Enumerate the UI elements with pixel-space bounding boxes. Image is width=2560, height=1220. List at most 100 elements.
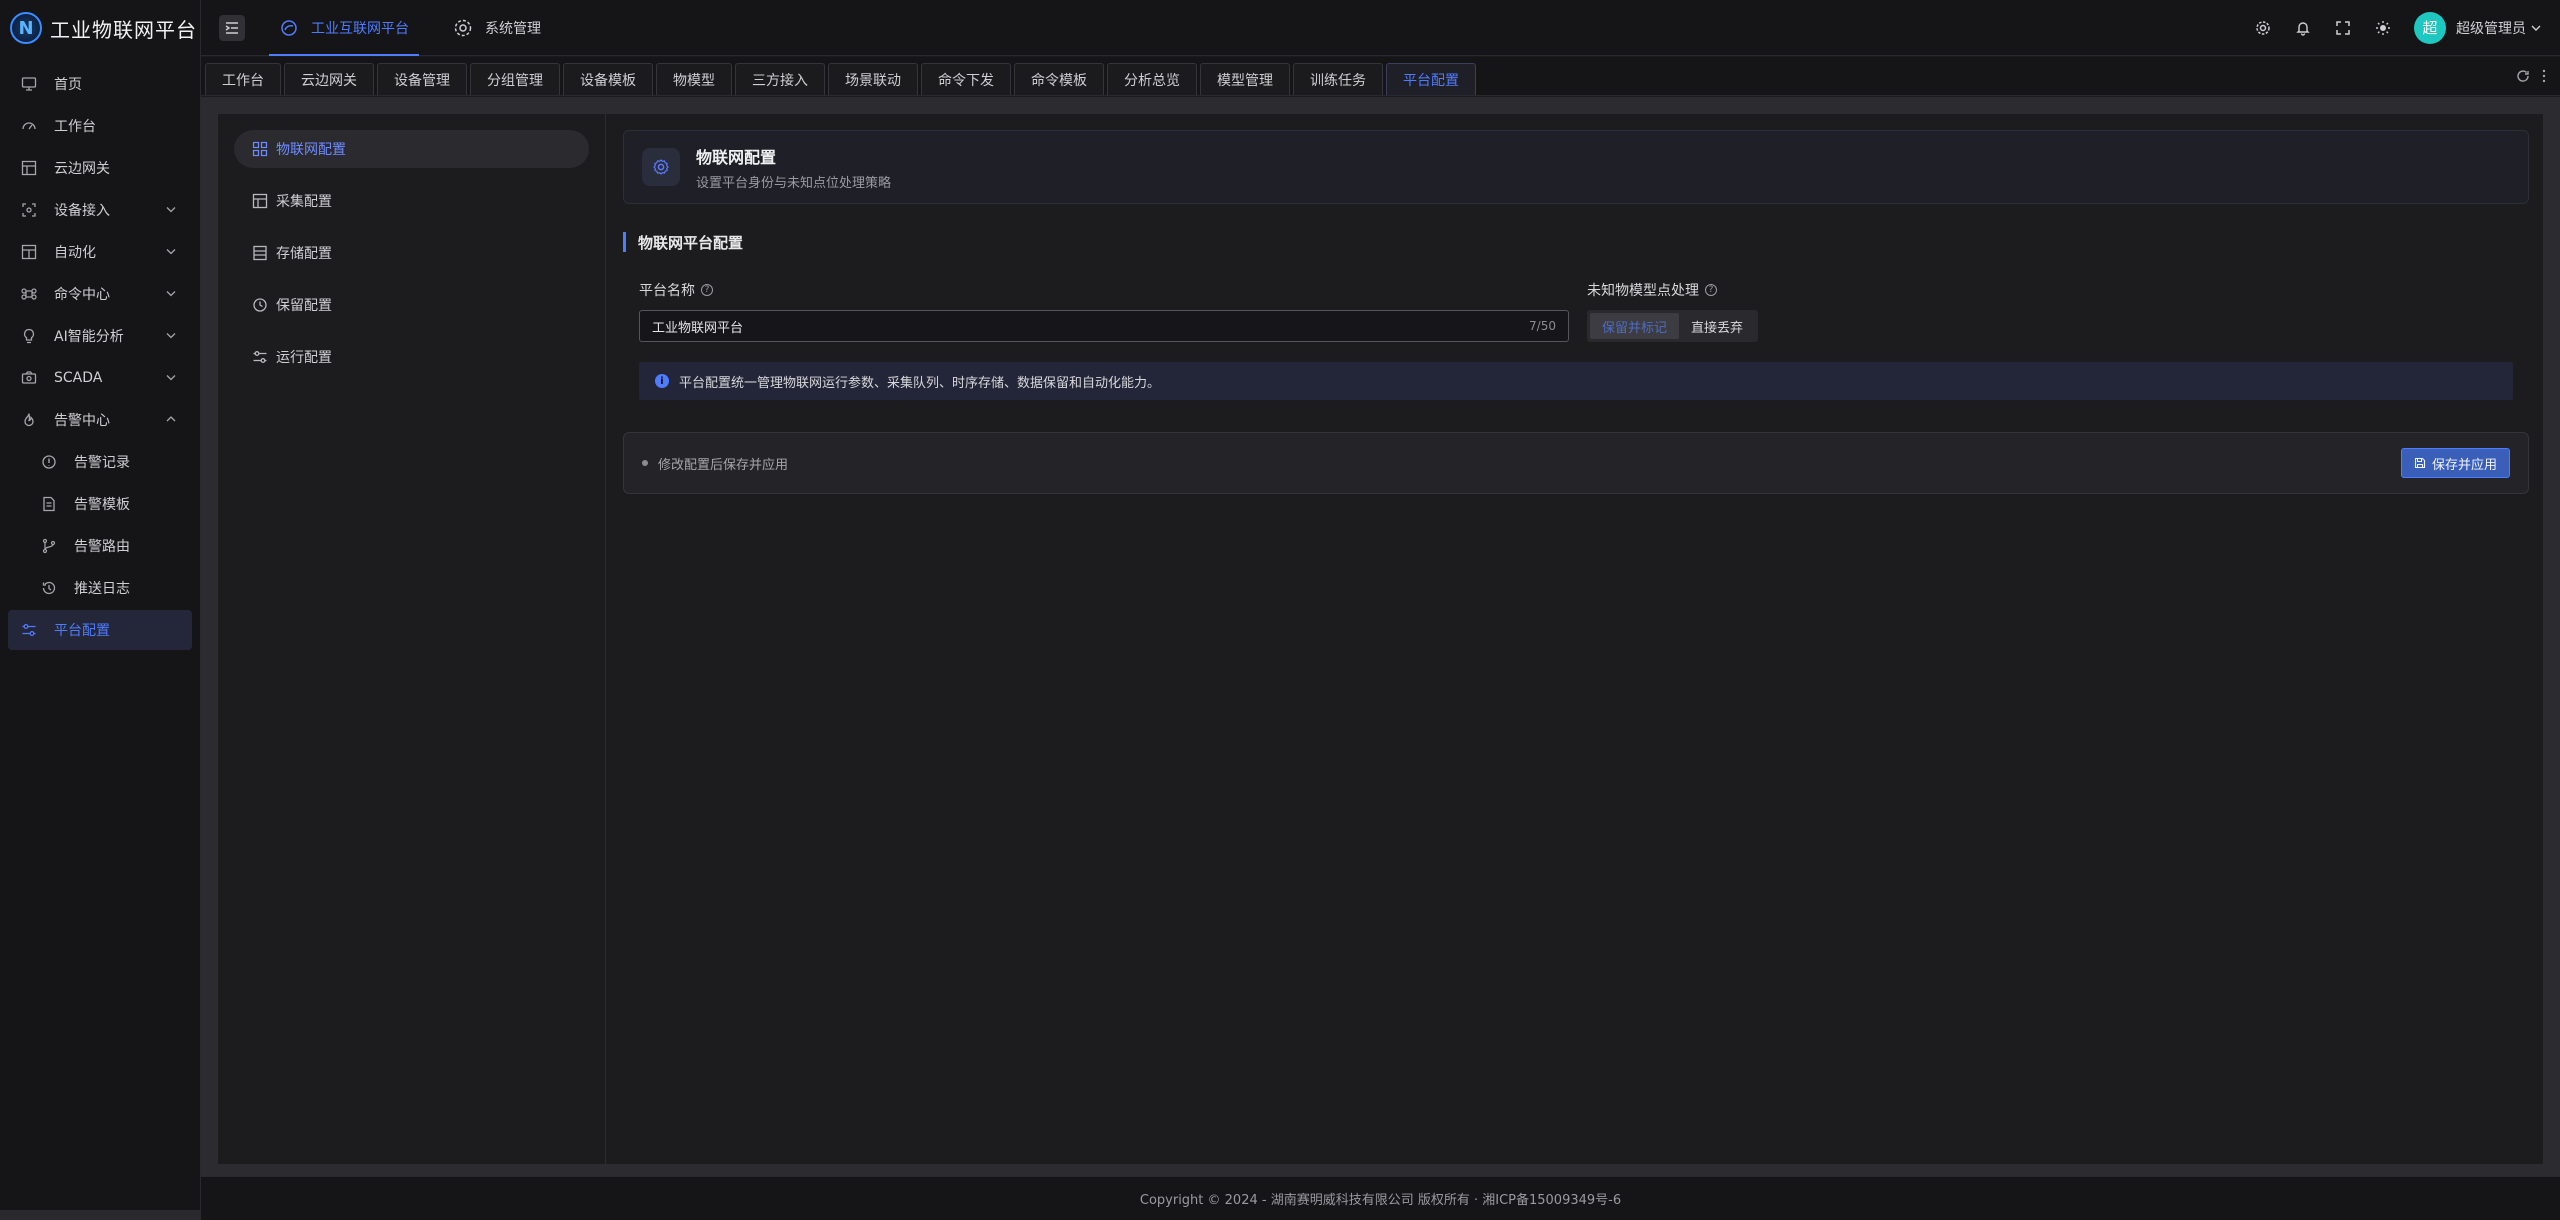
sidebar-item[interactable]: SCADA [8, 358, 192, 398]
info-text: 平台配置统一管理物联网运行参数、采集队列、时序存储、数据保留和自动化能力。 [679, 375, 1161, 391]
footer: Copyright © 2024 - 湖南赛明威科技有限公司 版权所有 · 湘I… [201, 1176, 2560, 1220]
tag-view-item[interactable]: 训练任务 [1293, 63, 1383, 95]
sidebar-item-label: 告警路由 [74, 539, 130, 555]
sidebar-item-label: SCADA [54, 370, 103, 386]
sidebar-item-label: 平台配置 [54, 623, 110, 639]
save-and-apply-button[interactable]: 保存并应用 [2400, 448, 2510, 478]
config-nav-item[interactable]: 保留配置 [234, 286, 589, 324]
save-icon [2414, 457, 2426, 469]
tag-view-item[interactable]: 模型管理 [1200, 63, 1290, 95]
logo[interactable]: N 工业物联网平台 [0, 0, 200, 56]
sidebar-item-label: 命令中心 [54, 287, 110, 303]
unknown-point-field: 未知物模型点处理 ? 保留并标记 直接丢弃 [1587, 280, 1759, 342]
config-nav-item[interactable]: 存储配置 [234, 234, 589, 272]
sidebar-item[interactable]: 告警模板 [8, 484, 192, 524]
chevron-down-icon [164, 328, 178, 342]
tag-view-item[interactable]: 设备模板 [563, 63, 653, 95]
more-vertical-icon[interactable] [2542, 69, 2546, 83]
copyright-text: Copyright © 2024 - 湖南赛明威科技有限公司 版权所有 · 湘I… [1139, 1193, 1622, 1208]
chevron-down-icon [164, 370, 178, 384]
sidebar-item[interactable]: 告警记录 [8, 442, 192, 482]
grid-icon [252, 141, 268, 157]
status-dot [642, 460, 648, 466]
question-icon[interactable]: ? [701, 284, 713, 296]
tag-view-item[interactable]: 分析总览 [1107, 63, 1197, 95]
config-nav-label: 物联网配置 [276, 142, 346, 158]
sidebar-item[interactable]: 命令中心 [8, 274, 192, 314]
sidebar-item-label: 推送日志 [74, 581, 130, 597]
sidebar-item-label: 设备接入 [54, 203, 110, 219]
top-tab-iiot-platform[interactable]: 工业互联网平台 [269, 0, 419, 56]
config-nav-item[interactable]: 物联网配置 [234, 130, 589, 168]
platform-name-input[interactable] [652, 318, 1530, 334]
unknown-point-label-text: 未知物模型点处理 [1587, 283, 1699, 299]
save-button-label: 保存并应用 [2431, 457, 2497, 473]
sidebar-item[interactable]: 告警路由 [8, 526, 192, 566]
sidebar-item-label: 工作台 [54, 119, 96, 135]
sidebar-item[interactable]: 告警中心 [8, 400, 192, 440]
avatar[interactable]: 超 [2414, 11, 2446, 44]
unknown-point-label: 未知物模型点处理 ? [1587, 280, 1758, 300]
config-nav-label: 存储配置 [276, 246, 332, 262]
user-name: 超级管理员 [2456, 20, 2526, 37]
sidebar-item[interactable]: AI智能分析 [8, 316, 192, 356]
save-hint: 修改配置后保存并应用 [658, 457, 789, 473]
topbar: 工业互联网平台 系统管理 超 超级管理员 [201, 0, 2560, 56]
sliders-icon [20, 621, 38, 639]
app-root: N 工业物联网平台 首页 工作台 云边网关 设备接入 自动化 命令中心 AI智能分析 SCAD… [0, 0, 2560, 1220]
settings-icon[interactable] [2254, 19, 2272, 37]
sidebar-item[interactable]: 设备接入 [8, 190, 192, 230]
fullscreen-icon[interactable] [2334, 19, 2352, 37]
tag-view-item[interactable]: 平台配置 [1386, 63, 1476, 95]
info-icon: i [655, 374, 669, 388]
sidebar-item[interactable]: 首页 [8, 64, 192, 104]
user-menu[interactable]: 超级管理员 [2456, 18, 2542, 38]
question-icon[interactable]: ? [1705, 284, 1717, 296]
tag-view-item[interactable]: 三方接入 [735, 63, 825, 95]
config-nav-label: 保留配置 [276, 298, 332, 314]
tag-view-item[interactable]: 物模型 [656, 63, 732, 95]
section-accent-bar [623, 232, 626, 252]
chevron-down-icon [2531, 25, 2541, 31]
platform-name-input-wrap: 7/50 [639, 310, 1569, 342]
sliders-icon [252, 349, 268, 365]
tag-view-item[interactable]: 命令下发 [921, 63, 1011, 95]
branch-icon [40, 537, 58, 555]
tag-view-item[interactable]: 场景联动 [828, 63, 918, 95]
tag-view-item[interactable]: 分组管理 [470, 63, 560, 95]
tags-list: 工作台 云边网关 设备管理 分组管理 设备模板 物模型 三方接入 场景联动 命令下发 命令模板 分析… [205, 63, 1479, 95]
option-discard[interactable]: 直接丢弃 [1679, 313, 1755, 339]
sidebar-item-label: 告警中心 [54, 413, 110, 429]
section-title: 物联网平台配置 [623, 232, 2529, 252]
bulb-icon [20, 327, 38, 345]
sidebar-item[interactable]: 自动化 [8, 232, 192, 272]
tag-view-item[interactable]: 云边网关 [284, 63, 374, 95]
menu-collapse-button[interactable] [219, 14, 245, 41]
bell-icon[interactable] [2294, 19, 2312, 37]
sidebar-item[interactable]: 工作台 [8, 106, 192, 146]
option-keep-and-mark[interactable]: 保留并标记 [1590, 313, 1680, 339]
top-tab-system-management[interactable]: 系统管理 [443, 0, 551, 56]
config-content: 物联网配置 设置平台身份与未知点位处理策略 物联网平台配置 平台名称 ? 7/5… [623, 130, 2529, 494]
config-nav-item[interactable]: 采集配置 [234, 182, 589, 220]
config-nav-item[interactable]: 运行配置 [234, 338, 589, 376]
sidebar-scrollbar[interactable] [0, 1210, 201, 1220]
top-tab-label: 工业互联网平台 [311, 20, 409, 37]
chevron-down-icon [164, 286, 178, 300]
header-card-subtitle: 设置平台身份与未知点位处理策略 [696, 175, 892, 191]
refresh-icon[interactable] [2516, 69, 2530, 83]
fire-icon [20, 411, 38, 429]
tag-view-item[interactable]: 设备管理 [377, 63, 467, 95]
tag-view-item[interactable]: 命令模板 [1014, 63, 1104, 95]
header-card-title: 物联网配置 [696, 147, 777, 167]
sidebar-item[interactable]: 平台配置 [8, 610, 192, 650]
sidebar-item[interactable]: 云边网关 [8, 148, 192, 188]
app-title: 工业物联网平台 [50, 17, 197, 42]
info-alert: i 平台配置统一管理物联网运行参数、采集队列、时序存储、数据保留和自动化能力。 [639, 362, 2513, 400]
theme-toggle-icon[interactable] [2374, 19, 2392, 37]
alert-circle-icon [40, 453, 58, 471]
tag-view-item[interactable]: 工作台 [205, 63, 281, 95]
device-icon [20, 201, 38, 219]
sidebar-item-label: 云边网关 [54, 161, 110, 177]
sidebar-item[interactable]: 推送日志 [8, 568, 192, 608]
